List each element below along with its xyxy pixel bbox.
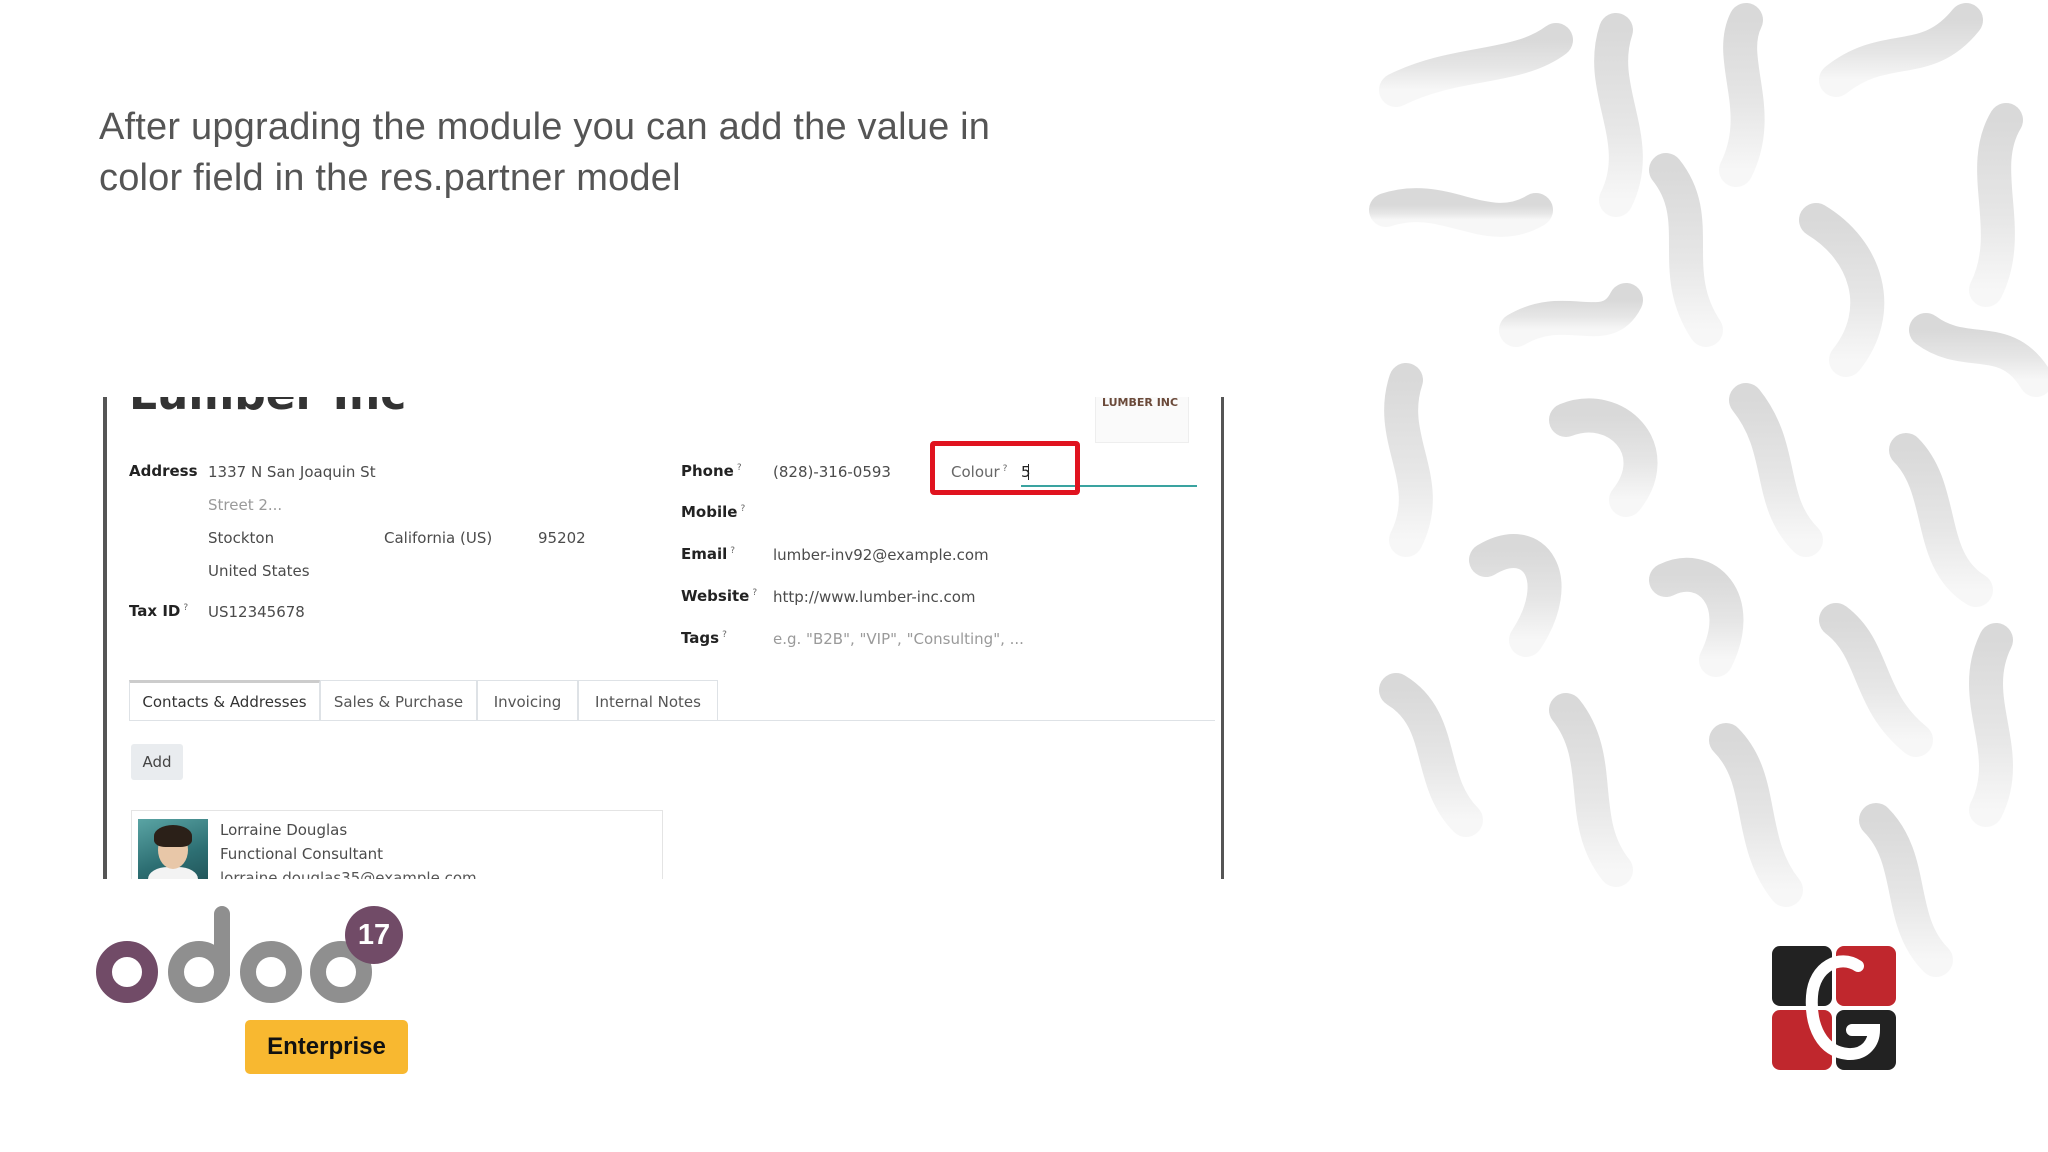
website-label: Website?: [681, 587, 757, 605]
company-logo: [1772, 946, 1896, 1070]
tab-contacts-addresses[interactable]: Contacts & Addresses: [129, 680, 320, 720]
contact-email[interactable]: lorraine.douglas35@example.com: [220, 869, 477, 879]
street-field[interactable]: 1337 N San Joaquin St: [208, 463, 376, 481]
tax-id-label: Tax ID?: [129, 602, 188, 620]
version-badge: 17: [345, 906, 403, 964]
address-label: Address: [129, 462, 198, 480]
add-contact-button[interactable]: Add: [131, 744, 183, 780]
heading-line-2: color field in the res.partner model: [99, 157, 681, 199]
email-label-text: Email: [681, 545, 728, 563]
tab-internal-notes[interactable]: Internal Notes: [578, 680, 718, 720]
country-field[interactable]: United States: [208, 562, 310, 580]
tags-label-text: Tags: [681, 629, 720, 647]
city-field[interactable]: Stockton: [208, 529, 274, 547]
zip-field[interactable]: 95202: [538, 529, 586, 547]
partner-logo[interactable]: LUMBER INC: [1095, 397, 1189, 443]
mobile-label: Mobile?: [681, 503, 745, 521]
contact-card[interactable]: Lorraine Douglas Functional Consultant l…: [131, 810, 663, 879]
phone-field[interactable]: (828)-316-0593: [773, 463, 891, 481]
help-icon[interactable]: ?: [752, 588, 757, 598]
email-field[interactable]: lumber-inv92@example.com: [773, 546, 989, 564]
tags-label: Tags?: [681, 629, 727, 647]
tax-id-field[interactable]: US12345678: [208, 603, 305, 621]
help-icon[interactable]: ?: [730, 546, 735, 556]
contact-title: Functional Consultant: [220, 845, 384, 863]
state-field[interactable]: California (US): [384, 529, 492, 547]
heading-line-1: After upgrading the module you can add t…: [99, 106, 991, 148]
phone-label-text: Phone: [681, 462, 734, 480]
contact-name: Lorraine Douglas: [220, 821, 348, 839]
mobile-label-text: Mobile: [681, 503, 738, 521]
tags-field[interactable]: e.g. "B2B", "VIP", "Consulting", ...: [773, 630, 1024, 648]
tab-invoicing[interactable]: Invoicing: [477, 680, 578, 720]
website-field[interactable]: http://www.lumber-inc.com: [773, 588, 976, 606]
odoo-form-screenshot: Lumber Inc LUMBER INC Address 1337 N San…: [103, 397, 1224, 879]
notebook-tabs: Contacts & Addresses Sales & Purchase In…: [129, 680, 1215, 721]
partner-name[interactable]: Lumber Inc: [129, 397, 406, 420]
colour-highlight-box: [930, 441, 1080, 495]
enterprise-badge: Enterprise: [245, 1020, 408, 1074]
help-icon[interactable]: ?: [183, 603, 188, 613]
decorative-pattern: [1369, 3, 2048, 977]
tax-id-label-text: Tax ID: [129, 602, 181, 620]
phone-label: Phone?: [681, 462, 742, 480]
tab-sales-purchase[interactable]: Sales & Purchase: [320, 680, 477, 720]
help-icon[interactable]: ?: [737, 463, 742, 473]
contact-avatar: [138, 819, 208, 879]
email-label: Email?: [681, 545, 735, 563]
street2-field[interactable]: Street 2...: [208, 496, 282, 514]
slide-heading: After upgrading the module you can add t…: [99, 102, 1099, 204]
help-icon[interactable]: ?: [722, 630, 727, 640]
partner-logo-text: LUMBER INC: [1102, 397, 1179, 409]
help-icon[interactable]: ?: [740, 504, 745, 514]
website-label-text: Website: [681, 587, 750, 605]
